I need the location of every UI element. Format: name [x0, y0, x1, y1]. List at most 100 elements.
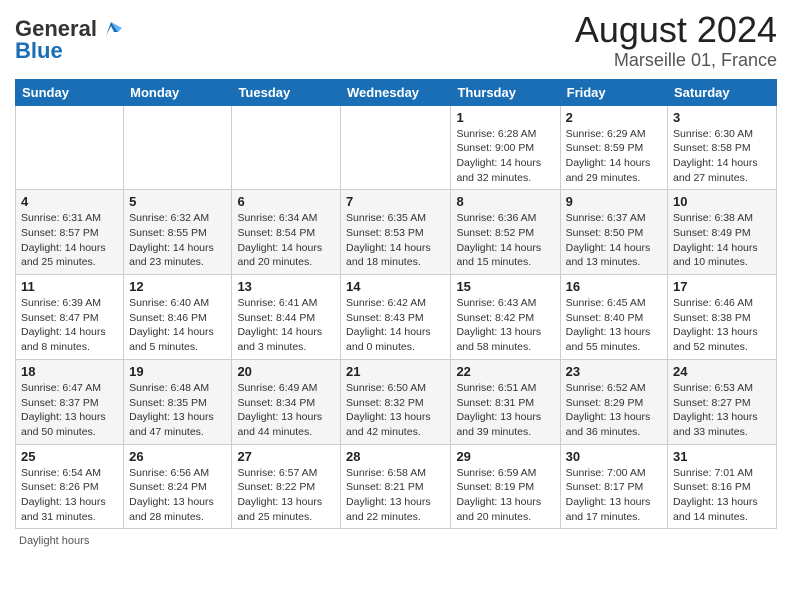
day-number: 30 — [566, 449, 662, 464]
day-info: Sunrise: 6:43 AM Sunset: 8:42 PM Dayligh… — [456, 296, 554, 355]
calendar-cell: 29Sunrise: 6:59 AM Sunset: 8:19 PM Dayli… — [451, 444, 560, 529]
day-info: Sunrise: 6:54 AM Sunset: 8:26 PM Dayligh… — [21, 466, 118, 525]
calendar-cell: 22Sunrise: 6:51 AM Sunset: 8:31 PM Dayli… — [451, 359, 560, 444]
day-info: Sunrise: 6:31 AM Sunset: 8:57 PM Dayligh… — [21, 211, 118, 270]
day-info: Sunrise: 7:00 AM Sunset: 8:17 PM Dayligh… — [566, 466, 662, 525]
day-number: 21 — [346, 364, 445, 379]
day-number: 19 — [129, 364, 226, 379]
day-number: 13 — [237, 279, 335, 294]
calendar-header-thursday: Thursday — [451, 79, 560, 105]
day-info: Sunrise: 6:34 AM Sunset: 8:54 PM Dayligh… — [237, 211, 335, 270]
day-number: 29 — [456, 449, 554, 464]
calendar-cell: 18Sunrise: 6:47 AM Sunset: 8:37 PM Dayli… — [16, 359, 124, 444]
day-info: Sunrise: 6:57 AM Sunset: 8:22 PM Dayligh… — [237, 466, 335, 525]
calendar-cell: 3Sunrise: 6:30 AM Sunset: 8:58 PM Daylig… — [668, 105, 777, 190]
day-number: 4 — [21, 194, 118, 209]
calendar-cell: 28 Sunrise: 6:58 AM Sunset: 8:21 PM Dayli… — [341, 444, 451, 529]
day-info: Sunrise: 6:40 AM Sunset: 8:46 PM Dayligh… — [129, 296, 226, 355]
day-info: Sunrise: 6:48 AM Sunset: 8:35 PM Dayligh… — [129, 381, 226, 440]
calendar-header-sunday: Sunday — [16, 79, 124, 105]
day-info: Sunrise: 6:32 AM Sunset: 8:55 PM Dayligh… — [129, 211, 226, 270]
day-number: 8 — [456, 194, 554, 209]
day-number: 7 — [346, 194, 445, 209]
calendar-cell: 2 Sunrise: 6:29 AM Sunset: 8:59 PM Daylig… — [560, 105, 667, 190]
day-number: 3 — [673, 110, 771, 125]
calendar-cell: 15 Sunrise: 6:43 AM Sunset: 8:42 PM Dayli… — [451, 275, 560, 360]
calendar-cell: 4 Sunrise: 6:31 AM Sunset: 8:57 PM Daylig… — [16, 190, 124, 275]
calendar-header-saturday: Saturday — [668, 79, 777, 105]
day-number: 6 — [237, 194, 335, 209]
day-info: Sunrise: 6:51 AM Sunset: 8:31 PM Dayligh… — [456, 381, 554, 440]
day-info: Sunrise: 6:52 AM Sunset: 8:29 PM Dayligh… — [566, 381, 662, 440]
calendar-cell — [341, 105, 451, 190]
calendar-cell: 21Sunrise: 6:50 AM Sunset: 8:32 PM Dayli… — [341, 359, 451, 444]
day-number: 11 — [21, 279, 118, 294]
day-info: Sunrise: 6:35 AM Sunset: 8:53 PM Dayligh… — [346, 211, 445, 270]
calendar-cell: 9Sunrise: 6:37 AM Sunset: 8:50 PM Daylig… — [560, 190, 667, 275]
day-number: 15 — [456, 279, 554, 294]
day-info: Sunrise: 6:28 AM Sunset: 9:00 PM Dayligh… — [456, 127, 554, 186]
day-info: Sunrise: 6:29 AM Sunset: 8:59 PM Dayligh… — [566, 127, 662, 186]
day-number: 28 — [346, 449, 445, 464]
calendar-cell: 19 Sunrise: 6:48 AM Sunset: 8:35 PM Dayli… — [124, 359, 232, 444]
title-block: August 2024 Marseille 01, France — [575, 10, 777, 71]
calendar-cell: 23 Sunrise: 6:52 AM Sunset: 8:29 PM Dayli… — [560, 359, 667, 444]
day-info: Sunrise: 6:56 AM Sunset: 8:24 PM Dayligh… — [129, 466, 226, 525]
day-info: Sunrise: 6:38 AM Sunset: 8:49 PM Dayligh… — [673, 211, 771, 270]
day-info: Sunrise: 6:53 AM Sunset: 8:27 PM Dayligh… — [673, 381, 771, 440]
page-header: General Blue August 2024 Marseille 01, F… — [15, 10, 777, 71]
day-number: 5 — [129, 194, 226, 209]
day-info: Sunrise: 6:39 AM Sunset: 8:47 PM Dayligh… — [21, 296, 118, 355]
calendar-cell: 26 Sunrise: 6:56 AM Sunset: 8:24 PM Dayli… — [124, 444, 232, 529]
calendar-cell: 17Sunrise: 6:46 AM Sunset: 8:38 PM Dayli… — [668, 275, 777, 360]
calendar-header-row: SundayMondayTuesdayWednesdayThursdayFrid… — [16, 79, 777, 105]
day-info: Sunrise: 6:58 AM Sunset: 8:21 PM Dayligh… — [346, 466, 445, 525]
calendar-cell: 12 Sunrise: 6:40 AM Sunset: 8:46 PM Dayli… — [124, 275, 232, 360]
calendar-header-wednesday: Wednesday — [341, 79, 451, 105]
calendar-cell: 27 Sunrise: 6:57 AM Sunset: 8:22 PM Dayli… — [232, 444, 341, 529]
calendar-header-tuesday: Tuesday — [232, 79, 341, 105]
calendar-cell: 6 Sunrise: 6:34 AM Sunset: 8:54 PM Daylig… — [232, 190, 341, 275]
day-number: 23 — [566, 364, 662, 379]
day-number: 9 — [566, 194, 662, 209]
day-number: 24 — [673, 364, 771, 379]
day-number: 27 — [237, 449, 335, 464]
calendar-cell: 11 Sunrise: 6:39 AM Sunset: 8:47 PM Dayli… — [16, 275, 124, 360]
calendar-header-friday: Friday — [560, 79, 667, 105]
calendar-cell: 20 Sunrise: 6:49 AM Sunset: 8:34 PM Dayli… — [232, 359, 341, 444]
calendar-header-monday: Monday — [124, 79, 232, 105]
day-info: Sunrise: 6:41 AM Sunset: 8:44 PM Dayligh… — [237, 296, 335, 355]
calendar-cell: 25 Sunrise: 6:54 AM Sunset: 8:26 PM Dayli… — [16, 444, 124, 529]
day-number: 20 — [237, 364, 335, 379]
calendar-week-row: 1 Sunrise: 6:28 AM Sunset: 9:00 PM Daylig… — [16, 105, 777, 190]
calendar-cell: 16 Sunrise: 6:45 AM Sunset: 8:40 PM Dayli… — [560, 275, 667, 360]
location-subtitle: Marseille 01, France — [575, 50, 777, 71]
day-info: Sunrise: 6:47 AM Sunset: 8:37 PM Dayligh… — [21, 381, 118, 440]
calendar-cell: 24 Sunrise: 6:53 AM Sunset: 8:27 PM Dayli… — [668, 359, 777, 444]
calendar-cell: 10Sunrise: 6:38 AM Sunset: 8:49 PM Dayli… — [668, 190, 777, 275]
day-number: 1 — [456, 110, 554, 125]
footer: Daylight hours — [15, 535, 777, 547]
calendar-table: SundayMondayTuesdayWednesdayThursdayFrid… — [15, 79, 777, 530]
day-info: Sunrise: 7:01 AM Sunset: 8:16 PM Dayligh… — [673, 466, 771, 525]
calendar-week-row: 11 Sunrise: 6:39 AM Sunset: 8:47 PM Dayli… — [16, 275, 777, 360]
day-number: 16 — [566, 279, 662, 294]
calendar-cell: 14Sunrise: 6:42 AM Sunset: 8:43 PM Dayli… — [341, 275, 451, 360]
day-number: 2 — [566, 110, 662, 125]
calendar-cell: 7 Sunrise: 6:35 AM Sunset: 8:53 PM Daylig… — [341, 190, 451, 275]
calendar-week-row: 18Sunrise: 6:47 AM Sunset: 8:37 PM Dayli… — [16, 359, 777, 444]
day-info: Sunrise: 6:36 AM Sunset: 8:52 PM Dayligh… — [456, 211, 554, 270]
calendar-cell: 5 Sunrise: 6:32 AM Sunset: 8:55 PM Daylig… — [124, 190, 232, 275]
day-number: 26 — [129, 449, 226, 464]
logo-icon — [100, 18, 122, 40]
day-info: Sunrise: 6:42 AM Sunset: 8:43 PM Dayligh… — [346, 296, 445, 355]
day-number: 25 — [21, 449, 118, 464]
day-info: Sunrise: 6:45 AM Sunset: 8:40 PM Dayligh… — [566, 296, 662, 355]
calendar-cell — [232, 105, 341, 190]
logo: General Blue — [15, 16, 122, 64]
daylight-label: Daylight hours — [19, 535, 89, 547]
day-info: Sunrise: 6:49 AM Sunset: 8:34 PM Dayligh… — [237, 381, 335, 440]
day-number: 31 — [673, 449, 771, 464]
day-number: 12 — [129, 279, 226, 294]
logo-blue-text: Blue — [15, 38, 63, 64]
